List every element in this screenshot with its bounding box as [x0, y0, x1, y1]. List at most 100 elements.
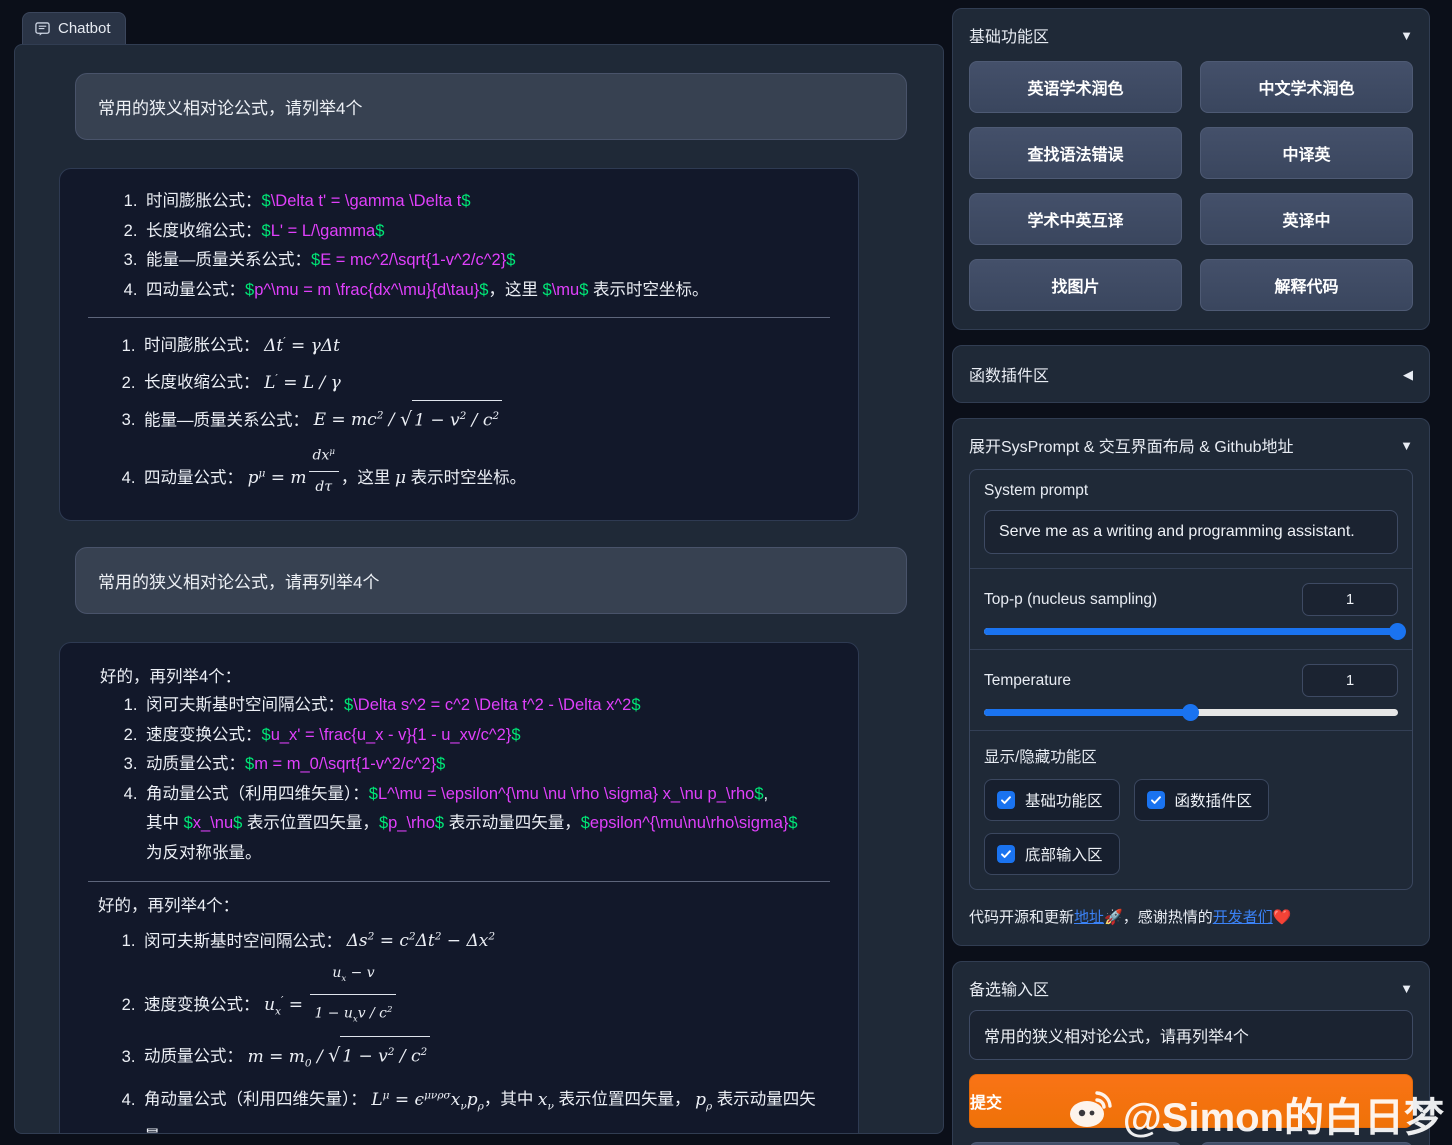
list-item: 速度变换公式： ux′ = ux − v1 − uxv / c2: [140, 956, 840, 1034]
heart-icon: ❤️: [1272, 909, 1292, 926]
function-button[interactable]: 查找语法错误: [969, 127, 1182, 179]
function-button[interactable]: 学术中英互译: [969, 193, 1182, 245]
sysprompt-title: 展开SysPrompt & 交互界面布局 & Github地址: [969, 439, 1294, 456]
check-icon: [997, 845, 1015, 863]
formula-label: 能量—质量关系公式：: [146, 251, 311, 270]
function-button[interactable]: 英译中: [1200, 193, 1413, 245]
list-item: 能量—质量关系公式： E = mc2 / √1 − v2 / c2: [140, 398, 840, 436]
credit-line: 代码开源和更新地址🚀，感谢热情的开发者们❤️: [969, 906, 1413, 927]
temperature-slider[interactable]: [984, 704, 1398, 721]
basic-functions-header[interactable]: 基础功能区 ▼: [969, 23, 1413, 47]
formula-label: 时间膨胀公式：: [144, 337, 260, 356]
topp-value[interactable]: 1: [1302, 583, 1398, 616]
chat-column: Chatbot 常用的狭义相对论公式，请列举4个 时间膨胀公式：$\Delta …: [0, 0, 944, 1145]
basic-functions-card: 基础功能区 ▼ 英语学术润色 中文学术润色 查找语法错误 中译英 学术中英互译 …: [952, 8, 1430, 330]
alt-input-title: 备选输入区: [969, 982, 1050, 999]
list-item: 能量—质量关系公式：$E = mc^2/\sqrt{1-v^2/c^2}$: [142, 246, 838, 276]
plugins-card[interactable]: 函数插件区 ◀: [952, 345, 1430, 403]
submit-button[interactable]: 提交: [969, 1074, 1413, 1128]
function-button[interactable]: 中文学术润色: [1200, 61, 1413, 113]
credit-prefix: 代码开源和更新: [969, 909, 1075, 926]
user-message-text: 常用的狭义相对论公式，请再列举4个: [98, 572, 380, 592]
chevron-down-icon[interactable]: ▼: [1400, 982, 1413, 995]
formula-label: 速度变换公式：: [144, 995, 260, 1014]
plugins-header[interactable]: 函数插件区 ◀: [969, 362, 1413, 386]
sysprompt-card: 展开SysPrompt & 交互界面布局 & Github地址 ▼ System…: [952, 418, 1430, 946]
chat-panel[interactable]: 常用的狭义相对论公式，请列举4个 时间膨胀公式：$\Delta t' = \ga…: [14, 44, 944, 1134]
user-message: 常用的狭义相对论公式，请再列举4个: [75, 546, 907, 614]
checkbox-label: 底部输入区: [1025, 847, 1103, 864]
assistant-raw-latex: 好的，再列举4个： 闵可夫斯基时空间隔公式：$\Delta s^2 = c^2 …: [78, 655, 840, 873]
divider: [970, 649, 1412, 650]
formula-label: 动质量公式：: [146, 755, 245, 774]
formula-label: 闵可夫斯基时空间隔公式：: [146, 695, 344, 714]
system-prompt-label: System prompt: [984, 482, 1089, 499]
list-item: 四动量公式：$p^\mu = m \frac{dx^\mu}{d\tau}$，这…: [142, 276, 838, 306]
tab-bar: Chatbot: [0, 0, 944, 45]
formula-tail: ，其中: [483, 1091, 534, 1110]
formula-label: 能量—质量关系公式：: [144, 411, 309, 430]
checkbox-basic-functions[interactable]: 基础功能区: [984, 779, 1120, 821]
temperature-slider-fill: [984, 709, 1191, 716]
tab-chatbot[interactable]: Chatbot: [22, 12, 126, 45]
function-button[interactable]: 英语学术润色: [969, 61, 1182, 113]
alt-input-header[interactable]: 备选输入区 ▼: [969, 976, 1413, 1000]
list-item: 长度收缩公式：$L' = L/\gamma$: [142, 217, 838, 247]
formula-label: 时间膨胀公式：: [146, 192, 262, 210]
chat-icon: [35, 21, 50, 36]
formula-list-rendered: 闵可夫斯基时空间隔公式： Δs2 = c2Δt2 − Δx2 速度变换公式： u…: [78, 920, 840, 1133]
assistant-message: 好的，再列举4个： 闵可夫斯基时空间隔公式：$\Delta s^2 = c^2 …: [59, 641, 859, 1133]
topp-slider-fill: [984, 628, 1398, 635]
function-button[interactable]: 解释代码: [1200, 259, 1413, 311]
basic-functions-title: 基础功能区: [969, 29, 1050, 46]
divider: [88, 317, 830, 319]
prompt-input[interactable]: 常用的狭义相对论公式，请再列举4个: [969, 1010, 1413, 1060]
formula-label: 长度收缩公式：: [144, 373, 260, 392]
formula-list-rendered: 时间膨胀公式： Δt′ = γΔt 长度收缩公式： L′ = L / γ 能量—…: [78, 324, 840, 502]
sysprompt-inner: System prompt Serve me as a writing and …: [969, 469, 1413, 890]
rocket-icon: 🚀: [1104, 909, 1123, 926]
assistant-message: 时间膨胀公式：$\Delta t' = \gamma \Delta t$ 长度收…: [59, 168, 859, 521]
checkbox-label: 函数插件区: [1174, 793, 1253, 810]
chevron-down-icon[interactable]: ▼: [1400, 29, 1413, 42]
chevron-down-icon[interactable]: ▼: [1400, 439, 1413, 452]
function-button[interactable]: 中译英: [1200, 127, 1413, 179]
formula-label: 四动量公式：: [146, 280, 245, 299]
message-list: 常用的狭义相对论公式，请列举4个 时间膨胀公式：$\Delta t' = \ga…: [15, 45, 943, 1133]
system-prompt-input[interactable]: Serve me as a writing and programming as…: [984, 510, 1398, 554]
function-button[interactable]: 找图片: [969, 259, 1182, 311]
basic-functions-grid: 英语学术润色 中文学术润色 查找语法错误 中译英 学术中英互译 英译中 找图片 …: [969, 61, 1413, 311]
plugins-title: 函数插件区: [969, 368, 1050, 385]
chevron-left-icon[interactable]: ◀: [1403, 368, 1413, 381]
temperature-value[interactable]: 1: [1302, 664, 1398, 697]
checkbox-label: 基础功能区: [1025, 793, 1103, 810]
sysprompt-header[interactable]: 展开SysPrompt & 交互界面布局 & Github地址 ▼: [969, 433, 1413, 457]
alt-input-card: 备选输入区 ▼ 常用的狭义相对论公式，请再列举4个 提交 重置 停止: [952, 961, 1430, 1145]
divider: [970, 568, 1412, 569]
topp-slider-knob[interactable]: [1389, 623, 1406, 640]
topp-slider[interactable]: [984, 623, 1406, 640]
checkbox-bottom-input[interactable]: 底部输入区: [984, 833, 1120, 875]
list-item: 速度变换公式：$u_x' = \frac{u_x - v}{1 - u_xv/c…: [142, 721, 838, 751]
repo-link[interactable]: 地址: [1074, 909, 1104, 926]
temperature-slider-knob[interactable]: [1182, 704, 1199, 721]
developers-link[interactable]: 开发者们: [1213, 909, 1273, 926]
formula-label: 角动量公式（利用四维矢量）：: [146, 784, 369, 803]
formula-tail: 表示位置四矢量，: [558, 1091, 691, 1110]
list-item: 时间膨胀公式：$\Delta t' = \gamma \Delta t$: [142, 187, 838, 217]
formula-list-raw: 闵可夫斯基时空间隔公式：$\Delta s^2 = c^2 \Delta t^2…: [80, 691, 838, 869]
list-item: 动质量公式： m = m0 / √1 − v2 / c2: [140, 1034, 840, 1078]
formula-label: 动质量公式：: [144, 1048, 243, 1067]
assistant-lead-rendered: 好的，再列举4个：: [98, 896, 240, 915]
formula-label: 四动量公式：: [144, 469, 243, 488]
topp-label: Top-p (nucleus sampling): [984, 590, 1158, 608]
user-message: 常用的狭义相对论公式，请列举4个: [75, 73, 907, 140]
list-item: 时间膨胀公式： Δt′ = γΔt: [140, 324, 840, 361]
formula-list-raw: 时间膨胀公式：$\Delta t' = \gamma \Delta t$ 长度收…: [80, 187, 838, 305]
list-item: 角动量公式（利用四维矢量）：$L^\mu = \epsilon^{\mu \nu…: [142, 780, 838, 869]
formula-label: 速度变换公式：: [146, 725, 262, 744]
list-item: 闵可夫斯基时空间隔公式：$\Delta s^2 = c^2 \Delta t^2…: [142, 691, 838, 721]
checkbox-plugins[interactable]: 函数插件区: [1133, 779, 1270, 821]
toggle-group-label: 显示/隐藏功能区: [984, 749, 1097, 766]
formula-label: 闵可夫斯基时空间隔公式：: [144, 932, 342, 951]
